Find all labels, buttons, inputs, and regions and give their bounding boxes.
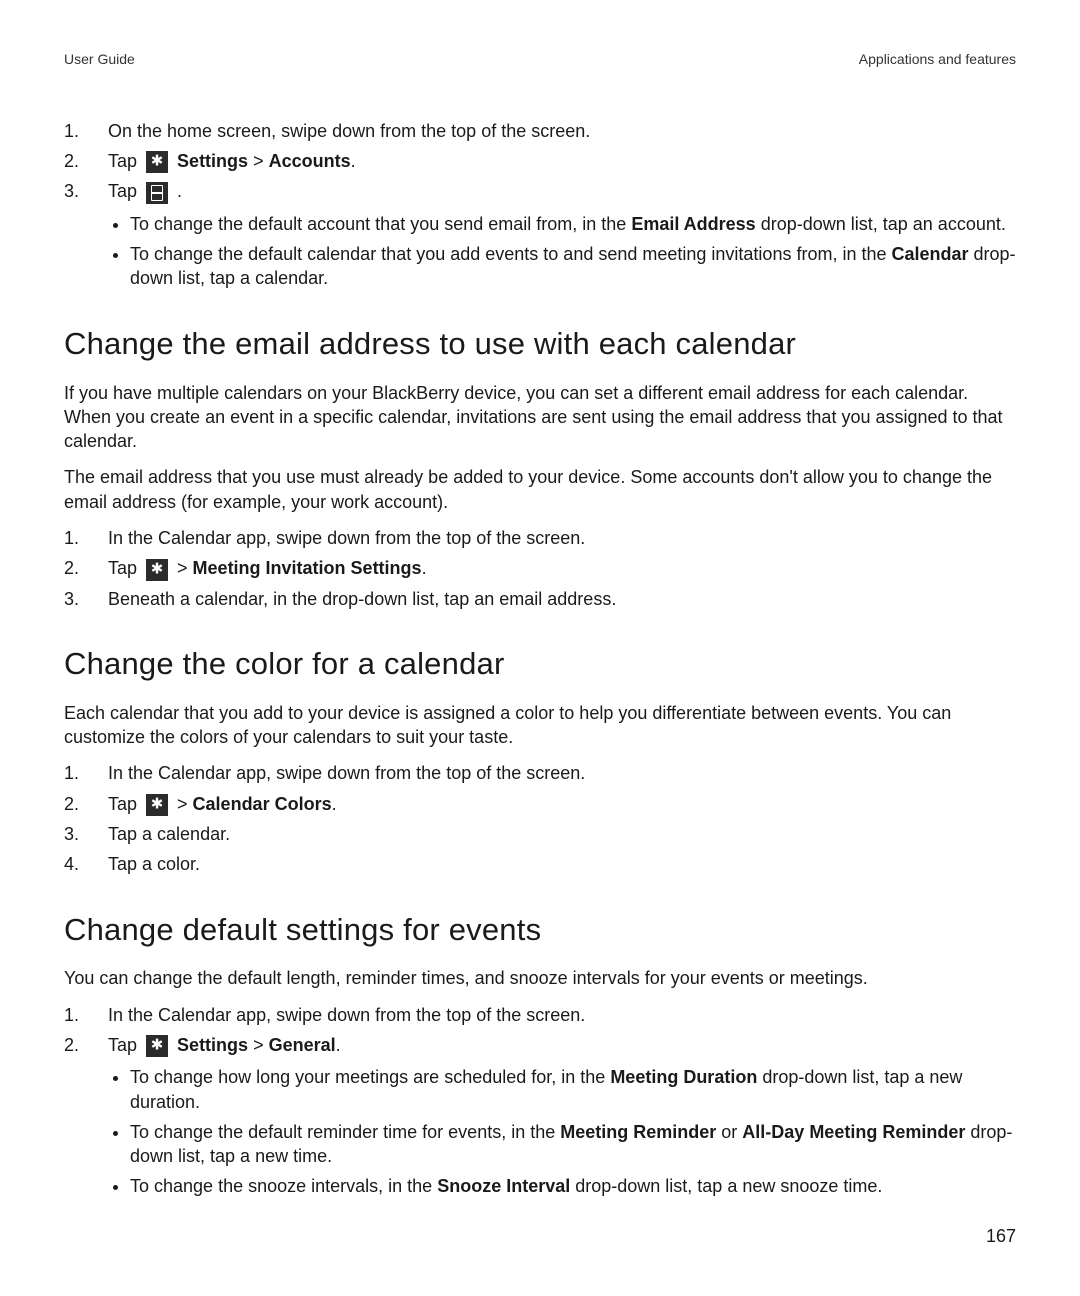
text: Tap — [108, 794, 142, 814]
bullet: To change the snooze intervals, in the S… — [130, 1174, 1016, 1198]
text: Tap — [108, 151, 142, 171]
gear-icon — [146, 1035, 168, 1057]
step: In the Calendar app, swipe down from the… — [64, 1003, 1016, 1027]
bold: Email Address — [631, 214, 755, 234]
step: Tap Settings > General. To change how lo… — [64, 1033, 1016, 1199]
bold: General — [269, 1035, 336, 1055]
paragraph: You can change the default length, remin… — [64, 966, 1016, 990]
text: . — [422, 558, 427, 578]
sub-bullets: To change the default account that you s… — [108, 212, 1016, 291]
intro-steps: On the home screen, swipe down from the … — [64, 119, 1016, 291]
bold: Meeting Reminder — [560, 1122, 716, 1142]
set-defaults-icon — [146, 182, 168, 204]
heading-change-color: Change the color for a calendar — [64, 643, 1016, 685]
step-3: Tap . To change the default account that… — [64, 179, 1016, 290]
text: drop-down list, tap an account. — [756, 214, 1006, 234]
text: Tap — [108, 1035, 142, 1055]
text: > — [172, 794, 193, 814]
step-2: Tap Settings > Accounts. — [64, 149, 1016, 173]
sec2-steps: In the Calendar app, swipe down from the… — [64, 761, 1016, 876]
paragraph: If you have multiple calendars on your B… — [64, 381, 1016, 454]
step: Tap a color. — [64, 852, 1016, 876]
step: In the Calendar app, swipe down from the… — [64, 526, 1016, 550]
text: drop-down list, tap a new snooze time. — [570, 1176, 882, 1196]
text: > — [248, 151, 269, 171]
step-1: On the home screen, swipe down from the … — [64, 119, 1016, 143]
sub-bullets: To change how long your meetings are sch… — [108, 1065, 1016, 1198]
step: Tap > Calendar Colors. — [64, 792, 1016, 816]
text: or — [716, 1122, 742, 1142]
header-left: User Guide — [64, 50, 135, 69]
text: . — [332, 794, 337, 814]
header-right: Applications and features — [859, 50, 1016, 69]
bold: All-Day Meeting Reminder — [742, 1122, 965, 1142]
heading-change-defaults: Change default settings for events — [64, 909, 1016, 951]
bold: Calendar Colors — [193, 794, 332, 814]
bold: Calendar — [892, 244, 969, 264]
bullet: To change the default calendar that you … — [130, 242, 1016, 291]
text: To change the default reminder time for … — [130, 1122, 560, 1142]
heading-change-email: Change the email address to use with eac… — [64, 323, 1016, 365]
bold: Meeting Duration — [610, 1067, 757, 1087]
paragraph: The email address that you use must alre… — [64, 465, 1016, 514]
page-number: 167 — [986, 1224, 1016, 1248]
bold: Settings — [177, 151, 248, 171]
text: To change the default account that you s… — [130, 214, 631, 234]
bullet: To change the default account that you s… — [130, 212, 1016, 236]
text: . — [336, 1035, 341, 1055]
step: Tap a calendar. — [64, 822, 1016, 846]
bold: Snooze Interval — [437, 1176, 570, 1196]
text: . — [172, 181, 182, 201]
text: To change how long your meetings are sch… — [130, 1067, 610, 1087]
step: Beneath a calendar, in the drop-down lis… — [64, 587, 1016, 611]
sec1-steps: In the Calendar app, swipe down from the… — [64, 526, 1016, 611]
page-header: User Guide Applications and features — [64, 50, 1016, 69]
step: In the Calendar app, swipe down from the… — [64, 761, 1016, 785]
gear-icon — [146, 151, 168, 173]
text: > — [248, 1035, 269, 1055]
text: To change the default calendar that you … — [130, 244, 892, 264]
bullet: To change how long your meetings are sch… — [130, 1065, 1016, 1114]
text: > — [172, 558, 193, 578]
text: Tap — [108, 558, 142, 578]
step: Tap > Meeting Invitation Settings. — [64, 556, 1016, 580]
text: . — [351, 151, 356, 171]
paragraph: Each calendar that you add to your devic… — [64, 701, 1016, 750]
bold: Settings — [177, 1035, 248, 1055]
text: To change the snooze intervals, in the — [130, 1176, 437, 1196]
text: Tap — [108, 181, 142, 201]
sec3-steps: In the Calendar app, swipe down from the… — [64, 1003, 1016, 1199]
bullet: To change the default reminder time for … — [130, 1120, 1016, 1169]
gear-icon — [146, 559, 168, 581]
bold: Accounts — [269, 151, 351, 171]
gear-icon — [146, 794, 168, 816]
bold: Meeting Invitation Settings — [193, 558, 422, 578]
